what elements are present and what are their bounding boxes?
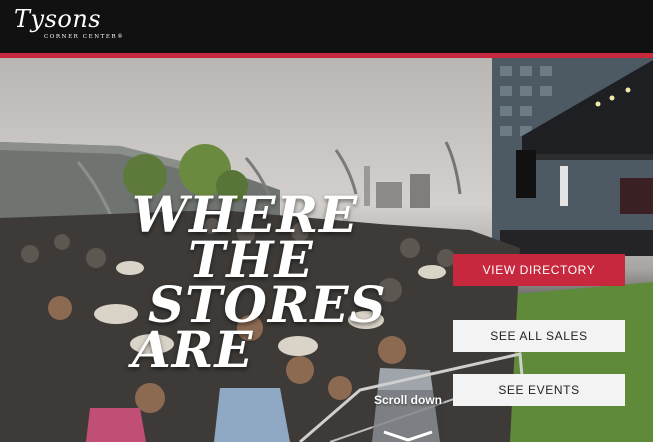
see-all-sales-button[interactable]: SEE ALL SALES: [453, 320, 625, 352]
see-events-button[interactable]: SEE EVENTS: [453, 374, 625, 406]
hero-headline: WHERE THE STORES ARE: [132, 190, 387, 375]
logo-subtitle: CORNER CENTER®: [44, 34, 125, 40]
chevron-down-icon: [383, 430, 433, 442]
view-directory-button[interactable]: VIEW DIRECTORY: [453, 254, 625, 286]
hero-banner: WHERE THE STORES ARE VIEW DIRECTORY SEE …: [0, 58, 653, 442]
scroll-down-label: Scroll down: [373, 393, 442, 407]
scroll-down-button[interactable]: Scroll down: [372, 390, 444, 442]
top-bar: Tysons CORNER CENTER®: [0, 0, 653, 53]
tysons-logo[interactable]: Tysons CORNER CENTER®: [14, 6, 124, 41]
logo-script-text: Tysons: [14, 5, 102, 33]
